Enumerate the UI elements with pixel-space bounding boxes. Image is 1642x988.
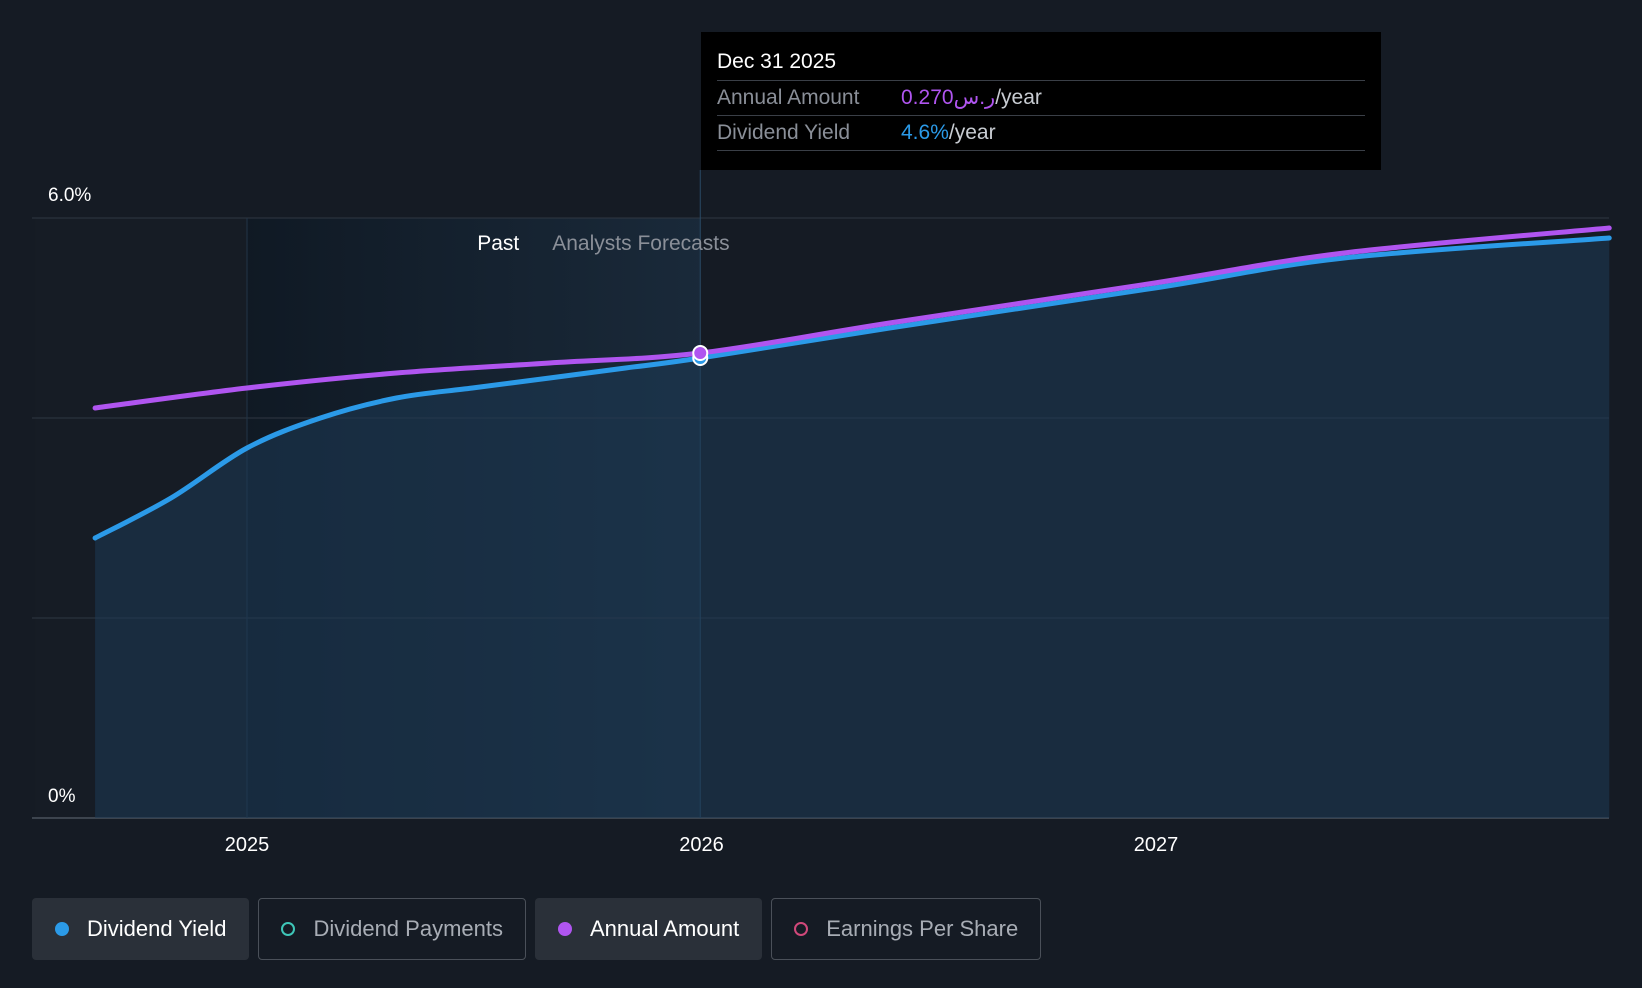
tooltip-annual-unit: /year [995,86,1042,109]
y-label-bottom: 0% [48,786,76,807]
legend-annual-amount[interactable]: Annual Amount [534,898,763,960]
x-tick-label: 2027 [1134,834,1179,856]
y-label-top: 6.0% [48,185,91,206]
legend-label: Annual Amount [589,916,740,941]
past-label: Past [477,232,519,255]
tooltip-annual-row: Annual Amount 0.270ر.س /year [717,81,1365,116]
tooltip-date: Dec 31 2025 [717,46,1365,81]
legend-label: Dividend Yield [87,916,227,941]
tooltip-yield-unit: /year [948,121,996,144]
legend-ring-icon [794,922,809,936]
forecast-label: Analysts Forecasts [552,232,729,255]
tooltip-annual-value: 0.270ر.س [901,86,996,109]
chart-tooltip: Dec 31 2025 Annual Amount 0.270ر.س /year… [701,32,1381,170]
legend-ring-icon [281,922,296,936]
tooltip-yield-row: Dividend Yield 4.6% /year [717,116,1365,151]
tooltip-yield-label: Dividend Yield [717,121,851,144]
legend-dividend-yield[interactable]: Dividend Yield [32,898,250,960]
tooltip-yield-value: 4.6% [901,121,949,144]
x-tick-label: 2025 [225,834,270,856]
annual-hover-marker [692,345,709,361]
tooltip-annual-label: Annual Amount [717,86,860,109]
legend-earnings-per-share[interactable]: Earnings Per Share [771,898,1042,960]
legend-label: Earnings Per Share [826,916,1019,941]
chart-legend: Dividend Yield Dividend Payments Annual … [32,898,1042,960]
legend-dot-icon [557,922,572,936]
legend-dividend-payments[interactable]: Dividend Payments [258,898,526,960]
legend-label: Dividend Payments [313,916,503,941]
x-tick-label: 2026 [679,834,724,856]
legend-dot-icon [55,922,69,936]
